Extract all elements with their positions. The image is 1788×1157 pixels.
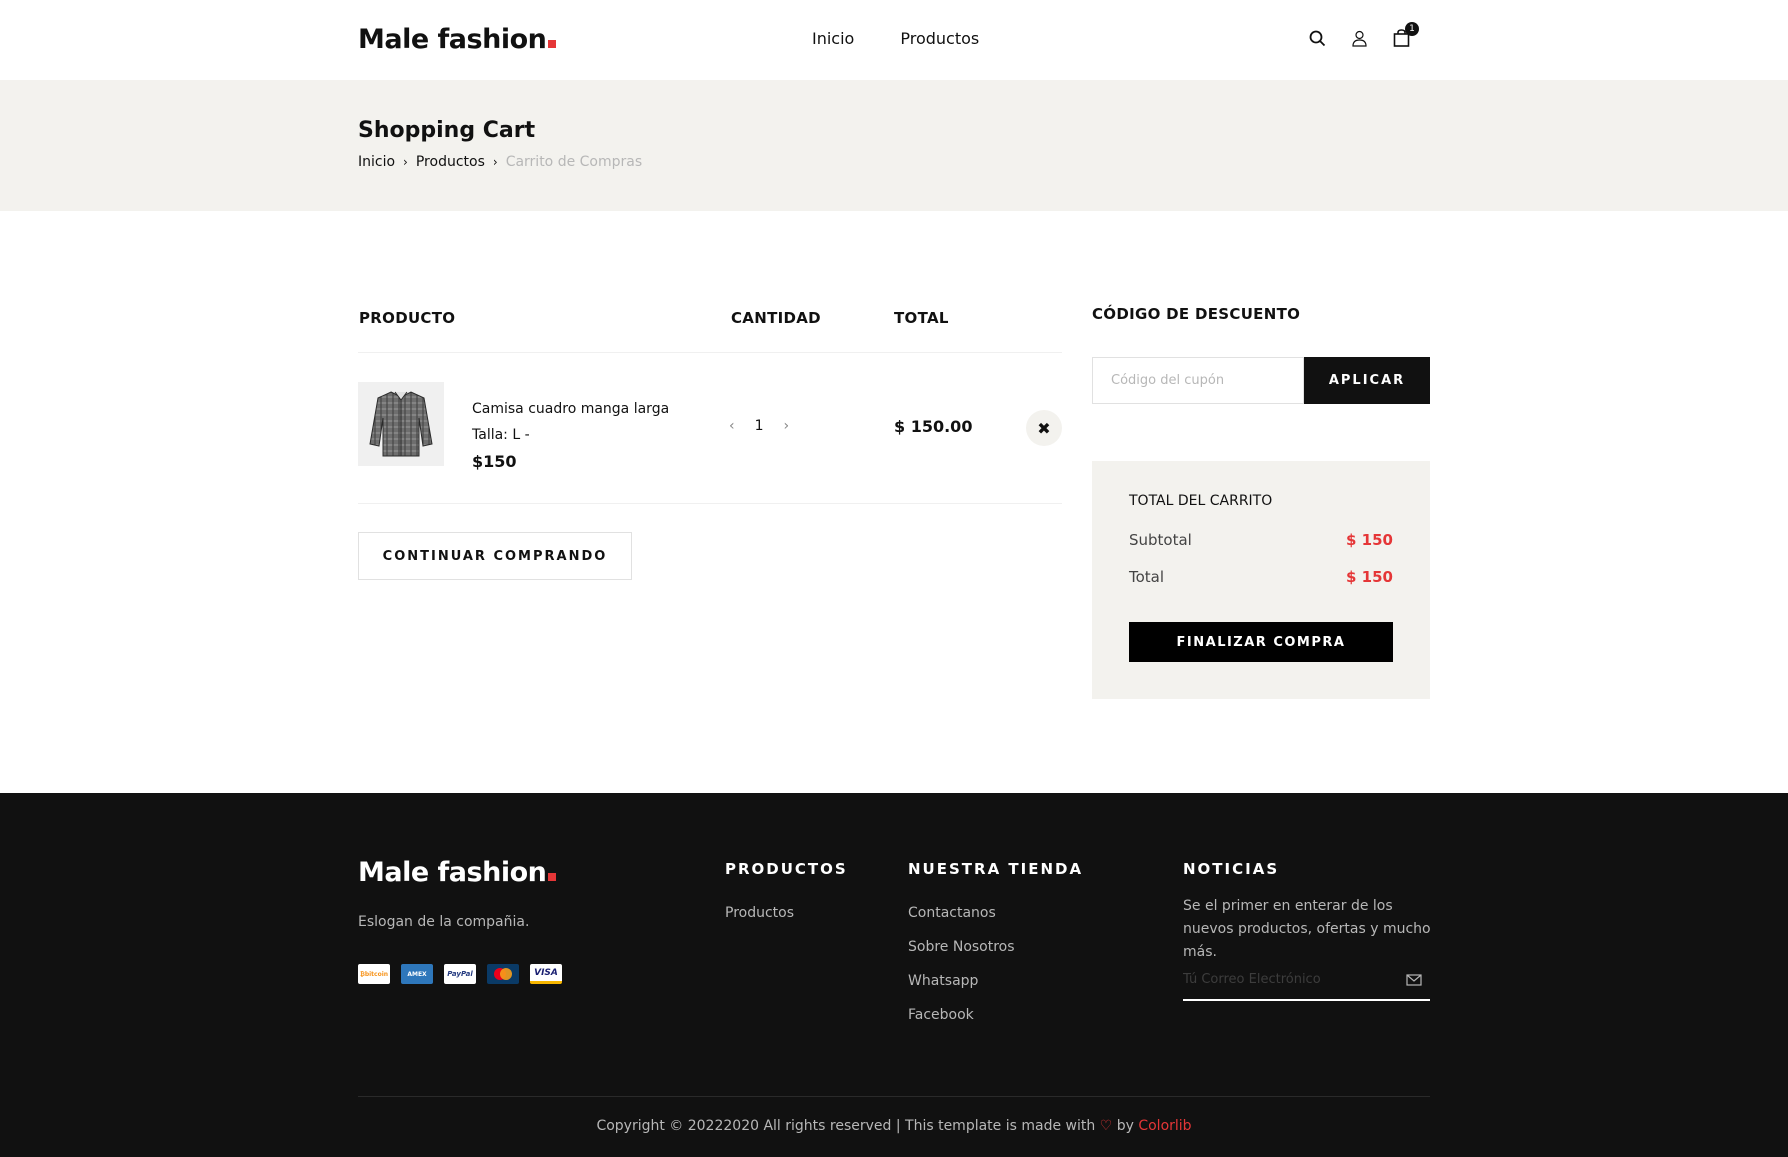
cart-count-badge: 1	[1405, 22, 1419, 36]
subtotal-value: $ 150	[1346, 531, 1393, 549]
breadcrumb-section: Shopping Cart Inicio › Productos › Carri…	[0, 80, 1788, 211]
newsletter-email-input[interactable]	[1183, 961, 1393, 997]
bitcoin-icon: ₿bitcoin	[358, 964, 390, 984]
newsletter-form	[1183, 961, 1430, 1001]
footer-link-whatsapp[interactable]: Whatsapp	[908, 973, 978, 989]
copyright: Copyright © 20222020 All rights reserved…	[0, 1118, 1788, 1134]
col-header-total: TOTAL	[894, 309, 949, 327]
footer-divider	[358, 1096, 1430, 1097]
logo[interactable]: Male fashion	[358, 24, 557, 55]
table-divider	[358, 352, 1062, 353]
quantity-value[interactable]: 1	[755, 418, 764, 434]
shopping-bag-icon[interactable]: 1	[1392, 22, 1419, 48]
copyright-text: Copyright © 20222020 All rights reserved…	[596, 1118, 1096, 1134]
colorlib-link[interactable]: Colorlib	[1138, 1118, 1191, 1134]
decrease-quantity-icon[interactable]: ‹	[729, 418, 735, 434]
footer-heading-noticias: NOTICIAS	[1183, 860, 1280, 878]
main-nav: Inicio Productos	[812, 29, 979, 48]
chevron-right-icon: ›	[492, 155, 498, 169]
footer-link-facebook[interactable]: Facebook	[908, 1007, 974, 1023]
increase-quantity-icon[interactable]: ›	[784, 418, 790, 434]
american-express-icon: AMEX	[401, 964, 433, 984]
newsletter-text: Se el primer en enterar de los nuevos pr…	[1183, 898, 1431, 960]
visa-icon: VISA	[530, 964, 562, 984]
footer-tagline: Eslogan de la compañia.	[358, 914, 530, 930]
page-title: Shopping Cart	[358, 118, 536, 143]
total-row: Total $ 150	[1129, 568, 1393, 586]
total-value: $ 150	[1346, 568, 1393, 586]
total-label: Total	[1129, 568, 1165, 586]
footer-heading-tienda: NUESTRA TIENDA	[908, 860, 1084, 878]
cart-total-box: TOTAL DEL CARRITO Subtotal $ 150 Total $…	[1092, 461, 1430, 699]
nav-inicio[interactable]: Inicio	[812, 29, 854, 48]
continue-shopping-button[interactable]: CONTINUAR COMPRANDO	[358, 532, 632, 580]
subtotal-row: Subtotal $ 150	[1129, 531, 1393, 549]
nav-productos[interactable]: Productos	[900, 29, 979, 48]
search-icon[interactable]	[1308, 28, 1326, 48]
heart-icon: ♡	[1099, 1118, 1113, 1134]
col-header-product: PRODUCTO	[359, 309, 456, 327]
logo-dot	[548, 873, 557, 881]
footer-heading-productos: PRODUCTOS	[725, 860, 848, 878]
cart-total-title: TOTAL DEL CARRITO	[1129, 493, 1273, 509]
mastercard-icon	[487, 964, 519, 984]
footer-link-sobre-nosotros[interactable]: Sobre Nosotros	[908, 939, 1015, 955]
paypal-icon: PayPal	[444, 964, 476, 984]
table-divider	[358, 503, 1062, 504]
discount-title: CÓDIGO DE DESCUENTO	[1092, 305, 1301, 323]
coupon-input[interactable]	[1092, 357, 1304, 404]
crumb-current: Carrito de Compras	[505, 154, 643, 170]
site-footer: Male fashion Eslogan de la compañia. ₿bi…	[0, 793, 1788, 1157]
product-price: $150	[472, 452, 517, 471]
checkout-button[interactable]: FINALIZAR COMPRA	[1129, 622, 1393, 662]
footer-link-productos[interactable]: Productos	[725, 905, 794, 921]
product-size: Talla: L -	[472, 427, 530, 443]
copyright-by: by	[1116, 1118, 1134, 1134]
chevron-right-icon: ›	[403, 155, 408, 169]
footer-logo[interactable]: Male fashion	[358, 857, 557, 888]
product-name[interactable]: Camisa cuadro manga larga	[472, 401, 669, 417]
quantity-stepper: ‹ 1 ›	[729, 418, 789, 434]
apply-coupon-button[interactable]: APLICAR	[1304, 357, 1430, 404]
crumb-productos[interactable]: Productos	[416, 154, 485, 170]
close-icon: ✖	[1037, 418, 1051, 438]
header-icons: 1	[1308, 22, 1419, 48]
subtotal-label: Subtotal	[1129, 531, 1192, 549]
envelope-icon[interactable]	[1406, 971, 1422, 990]
footer-link-contactanos[interactable]: Contactanos	[908, 905, 996, 921]
line-total: $ 150.00	[894, 417, 973, 436]
payment-methods: ₿bitcoin AMEX PayPal VISA	[358, 964, 562, 984]
logo-dot	[548, 40, 557, 48]
col-header-quantity: CANTIDAD	[731, 309, 821, 327]
user-icon[interactable]	[1350, 28, 1368, 48]
site-header: Male fashion Inicio Productos 1	[0, 0, 1788, 80]
crumb-inicio[interactable]: Inicio	[358, 154, 395, 170]
breadcrumb: Inicio › Productos › Carrito de Compras	[358, 154, 642, 170]
product-image[interactable]	[358, 382, 444, 466]
remove-item-button[interactable]: ✖	[1026, 410, 1062, 446]
